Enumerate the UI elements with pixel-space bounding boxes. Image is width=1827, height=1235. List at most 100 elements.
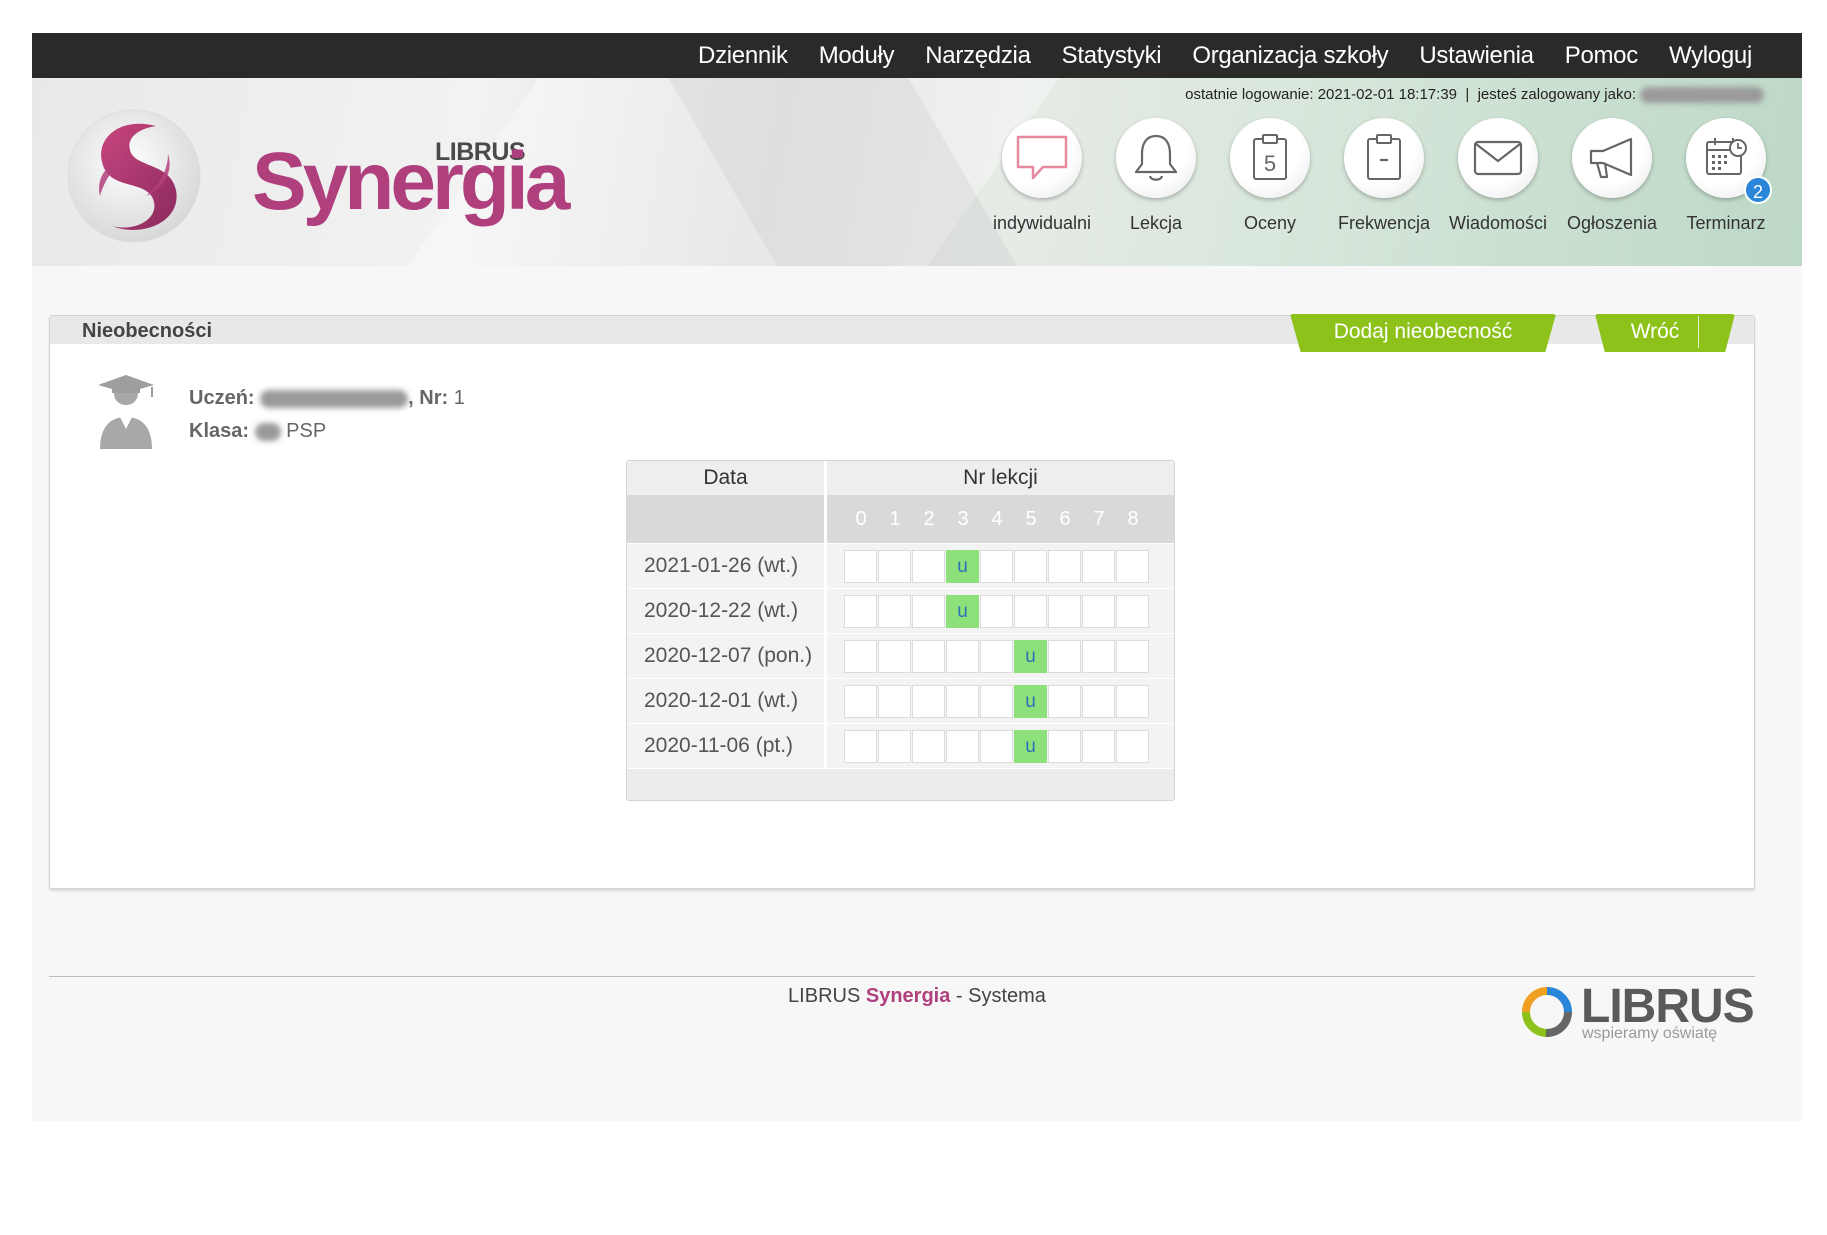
header-button-ogloszenia[interactable]: Ogłoszenia <box>1552 118 1672 234</box>
table-row: 2020-11-06 (pt.) u <box>627 723 1174 768</box>
lesson-cell <box>946 639 979 673</box>
table-row: 2020-12-01 (wt.) u <box>627 678 1174 723</box>
lesson-cell <box>878 729 911 763</box>
lesson-cell <box>1082 729 1115 763</box>
student-class-line: Klasa: PSP <box>189 415 465 448</box>
header-button-oceny[interactable]: 5 Oceny <box>1210 118 1330 234</box>
nr-label: , Nr: <box>408 387 449 409</box>
speech-bubble-icon <box>1016 135 1068 180</box>
lesson-cell <box>1082 594 1115 628</box>
header-button-label: Terminarz <box>1686 213 1766 233</box>
top-menu: Dziennik Moduły Narzędzia Statystyki Org… <box>698 33 1752 78</box>
lesson-cell <box>878 684 911 718</box>
svg-text:5: 5 <box>1264 151 1276 176</box>
column-header-date: Data <box>627 461 827 495</box>
menu-item-dziennik[interactable]: Dziennik <box>698 42 788 70</box>
lesson-cell <box>1116 549 1149 583</box>
lesson-cell <box>1014 594 1047 628</box>
table-header-row: Data Nr lekcji <box>627 461 1174 495</box>
absence-mark[interactable]: u <box>1014 729 1047 763</box>
back-button[interactable]: Wróć <box>1595 314 1735 352</box>
lesson-number: 1 <box>889 507 901 530</box>
lesson-cells: u <box>827 724 1174 768</box>
header-button-indywidualni[interactable]: indywidualni <box>982 118 1102 234</box>
lesson-number: 0 <box>855 507 867 530</box>
absence-date: 2021-01-26 (wt.) <box>627 544 827 588</box>
absence-mark[interactable]: u <box>1014 639 1047 673</box>
bell-icon <box>1134 134 1178 181</box>
librus-footer-logo[interactable]: LIBRUS wspieramy oświatę <box>1518 980 1758 1045</box>
top-menu-bar: Dziennik Moduły Narzędzia Statystyki Org… <box>32 33 1802 78</box>
lesson-number: 8 <box>1127 507 1139 530</box>
lesson-number: 6 <box>1059 507 1071 530</box>
lesson-cells: u <box>827 544 1174 588</box>
header-button-label: Frekwencja <box>1337 213 1431 233</box>
lesson-cell <box>1082 684 1115 718</box>
librus-logo-tagline: wspieramy oświatę <box>1582 1025 1718 1042</box>
lesson-cell <box>912 684 945 718</box>
lesson-cell <box>980 639 1013 673</box>
lesson-number: 7 <box>1093 507 1105 530</box>
lesson-cell <box>912 729 945 763</box>
lesson-cell <box>878 639 911 673</box>
class-value: PSP <box>286 420 327 442</box>
lesson-cell <box>946 684 979 718</box>
header-button-frekwencja[interactable]: Frekwencja <box>1324 118 1444 234</box>
footer-suffix: - Systema <box>955 985 1046 1007</box>
footer-synergia: Synergia <box>865 985 951 1007</box>
header-button-label: Oceny <box>1243 213 1297 233</box>
student-info: Uczeń: , Nr: 1 Klasa: PSP <box>189 382 465 448</box>
footer-divider <box>49 976 1755 977</box>
column-header-lesson-number: Nr lekcji <box>963 466 1038 489</box>
clipboard-icon <box>1367 134 1401 180</box>
lesson-cell <box>878 594 911 628</box>
add-absence-button[interactable]: Dodaj nieobecność <box>1290 314 1556 352</box>
lesson-cell <box>912 594 945 628</box>
lesson-cell <box>1048 729 1081 763</box>
calendar-icon <box>1706 138 1747 175</box>
table-row: 2020-12-22 (wt.) u <box>627 588 1174 633</box>
absences-panel: Nieobecności Dodaj nieobecność Wróć Ucze… <box>49 314 1755 889</box>
lesson-cell <box>844 684 877 718</box>
table-subheader-row: 0 1 2 3 4 5 6 7 8 <box>627 495 1174 543</box>
absence-mark[interactable]: u <box>1014 684 1047 718</box>
header-button-terminarz[interactable]: 2 Terminarz <box>1666 118 1786 234</box>
table-row: 2021-01-26 (wt.) u <box>627 543 1174 588</box>
lesson-cell <box>1116 684 1149 718</box>
synergia-logo[interactable]: LIBRUS Synergia <box>64 98 570 248</box>
lesson-cell <box>1048 594 1081 628</box>
lesson-cells: u <box>827 634 1174 678</box>
back-button-label: Wróć <box>1630 320 1680 343</box>
absences-table: Data Nr lekcji 0 1 2 3 4 5 6 7 8 2021-01… <box>626 460 1175 801</box>
menu-item-narzedzia[interactable]: Narzędzia <box>925 42 1031 70</box>
header-button-wiadomosci[interactable]: Wiadomości <box>1438 118 1558 234</box>
logo-synergia-text: Synergia <box>252 136 570 227</box>
header-button-label: Wiadomości <box>1448 213 1548 233</box>
grades-icon: 5 <box>1253 134 1287 180</box>
page: Dziennik Moduły Narzędzia Statystyki Org… <box>32 33 1802 1121</box>
menu-item-organizacja-szkoly[interactable]: Organizacja szkoły <box>1192 42 1388 70</box>
absence-mark[interactable]: u <box>946 549 979 583</box>
table-footer <box>627 768 1174 800</box>
menu-item-ustawienia[interactable]: Ustawienia <box>1419 42 1534 70</box>
megaphone-icon <box>1589 137 1633 179</box>
absence-date: 2020-11-06 (pt.) <box>627 724 827 768</box>
lesson-cell <box>980 594 1013 628</box>
header-button-lekcja[interactable]: Lekcja <box>1096 118 1216 234</box>
table-row: 2020-12-07 (pon.) u <box>627 633 1174 678</box>
menu-item-wyloguj[interactable]: Wyloguj <box>1669 42 1752 70</box>
lesson-cell <box>844 594 877 628</box>
lesson-cell <box>1048 549 1081 583</box>
last-login-text: ostatnie logowanie: 2021-02-01 18:17:39 … <box>1185 86 1636 103</box>
panel-title: Nieobecności <box>82 320 213 342</box>
lesson-cell <box>1116 729 1149 763</box>
absence-mark[interactable]: u <box>946 594 979 628</box>
lesson-cell <box>980 684 1013 718</box>
header-button-label: Ogłoszenia <box>1566 213 1658 233</box>
lesson-cell <box>1082 639 1115 673</box>
username-redacted <box>1640 86 1764 103</box>
menu-item-statystyki[interactable]: Statystyki <box>1062 42 1162 70</box>
student-name-redacted <box>260 389 409 408</box>
menu-item-moduly[interactable]: Moduły <box>819 42 895 70</box>
menu-item-pomoc[interactable]: Pomoc <box>1565 42 1639 70</box>
